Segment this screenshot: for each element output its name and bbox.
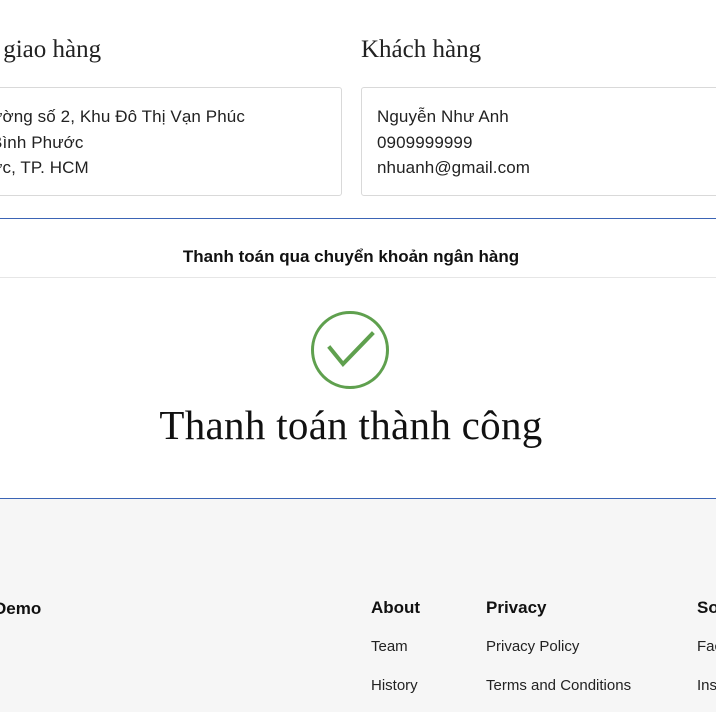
customer-info-box: Nguyễn Như Anh 0909999999 nhuanh@gmail.c… bbox=[361, 87, 716, 196]
payment-status-panel: Thanh toán qua chuyển khoản ngân hàng Th… bbox=[0, 218, 716, 499]
footer-link-social-1[interactable]: Fac bbox=[697, 638, 716, 655]
footer-column-title-privacy: Privacy bbox=[486, 598, 547, 617]
shipping-address-line: ường số 2, Khu Đô Thị Vạn Phúc bbox=[0, 107, 245, 126]
footer-brand[interactable]: Demo bbox=[0, 599, 41, 619]
divider bbox=[0, 277, 716, 278]
check-circle-icon bbox=[310, 310, 390, 390]
customer-heading: Khách hàng bbox=[361, 36, 482, 63]
footer-link-privacy-policy[interactable]: Privacy Policy bbox=[486, 638, 579, 655]
footer-link-history[interactable]: History bbox=[371, 677, 418, 694]
customer-email: nhuanh@gmail.com bbox=[377, 158, 531, 177]
shipping-address-line: Bình Phước bbox=[0, 133, 84, 152]
footer-link-team[interactable]: Team bbox=[371, 638, 408, 655]
customer-phone: 0909999999 bbox=[377, 133, 473, 152]
payment-method-title: Thanh toán qua chuyển khoản ngân hàng bbox=[182, 247, 520, 266]
shipping-heading: i giao hàng bbox=[0, 36, 102, 63]
customer-name: Nguyễn Như Anh bbox=[377, 107, 509, 126]
footer-link-social-2[interactable]: Ins bbox=[697, 677, 716, 694]
payment-success-message: Thanh toán thành công bbox=[159, 402, 543, 448]
footer-link-terms[interactable]: Terms and Conditions bbox=[486, 677, 631, 694]
footer-column-title-about: About bbox=[371, 598, 421, 617]
shipping-address-box: ường số 2, Khu Đô Thị Vạn Phúc Bình Phướ… bbox=[0, 87, 342, 196]
shipping-address-line: ức, TP. HCM bbox=[0, 158, 89, 177]
footer-column-title-social: So bbox=[697, 598, 716, 617]
footer: Demo About Team History Privacy Privacy … bbox=[0, 499, 716, 712]
